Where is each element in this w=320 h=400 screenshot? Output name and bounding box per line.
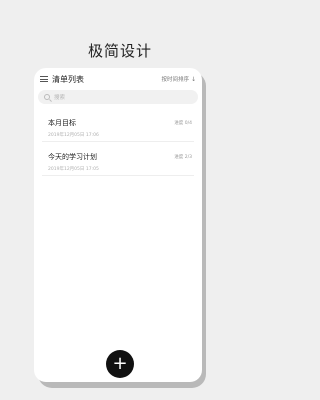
list-item[interactable]: 今天的学习计划 进度 2/3 2019年12月05日 17:05 xyxy=(42,146,194,176)
task-date: 2019年12月05日 17:06 xyxy=(48,133,99,138)
search-input[interactable]: 搜索 xyxy=(38,90,198,104)
search-placeholder: 搜索 xyxy=(54,95,66,101)
search-icon xyxy=(44,94,50,100)
sort-by-time-button[interactable]: 按时间排序 ↓ xyxy=(161,75,196,84)
task-date: 2019年12月05日 17:05 xyxy=(48,167,99,172)
list-item[interactable]: 本月目标 进度 0/4 2019年12月05日 17:06 xyxy=(42,112,194,142)
hamburger-menu-icon[interactable] xyxy=(40,76,48,82)
sort-label: 按时间排序 xyxy=(161,77,189,83)
app-screen: 清单列表 按时间排序 ↓ 搜索 本月目标 进度 0/4 2019年12月05日 … xyxy=(34,68,202,382)
task-title: 本月目标 xyxy=(48,119,76,127)
sort-down-arrow-icon: ↓ xyxy=(190,75,196,83)
page-title: 清单列表 xyxy=(52,74,84,84)
plus-icon: + xyxy=(112,352,128,374)
top-bar: 清单列表 按时间排序 ↓ xyxy=(34,68,202,90)
promo-headline: 极简设计 xyxy=(87,42,152,60)
task-progress: 进度 0/4 xyxy=(174,121,192,126)
task-title: 今天的学习计划 xyxy=(48,153,97,161)
task-progress: 进度 2/3 xyxy=(174,155,192,160)
add-list-button[interactable]: + xyxy=(106,350,134,378)
